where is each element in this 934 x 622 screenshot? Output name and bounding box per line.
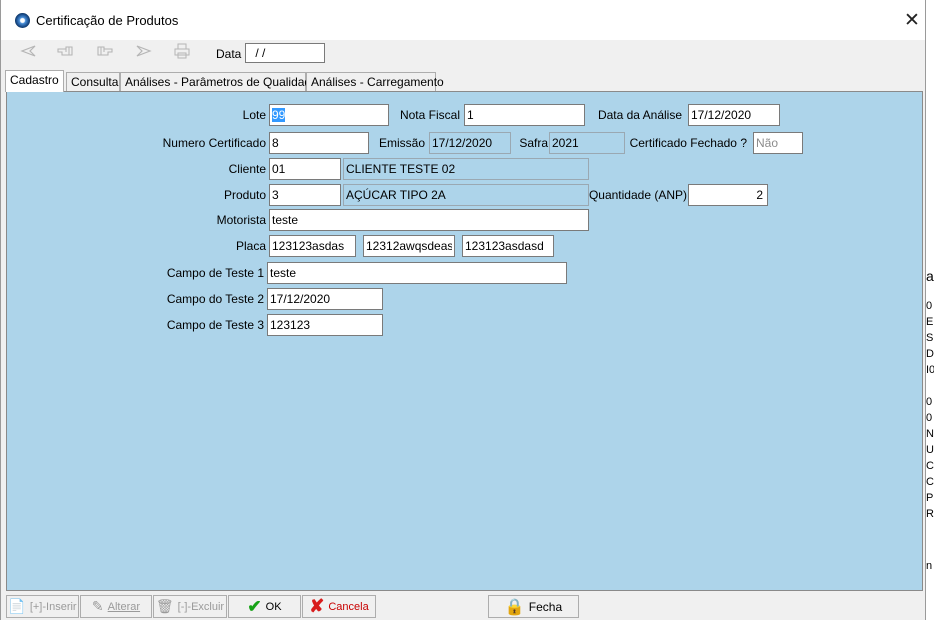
checkmark-icon: ✔ — [247, 596, 262, 616]
campo-teste-1-input[interactable] — [267, 262, 567, 284]
tab-cadastro[interactable]: Cadastro — [5, 70, 64, 92]
background-fragment: S — [926, 332, 934, 344]
background-fragment: C — [926, 476, 934, 488]
padlock-icon: 🔒 — [504, 598, 525, 616]
background-fragment: 0 — [926, 396, 933, 408]
produto-label: Produto — [223, 188, 266, 202]
background-fragment: R — [926, 508, 934, 520]
placa-label: Placa — [235, 239, 266, 253]
safra-label: Safra — [519, 136, 548, 150]
trash-icon: 🗑 — [155, 598, 174, 614]
background-fragment: n — [926, 560, 933, 572]
edit-icon: ✎ — [91, 598, 104, 614]
title-bar: Certificação de Produtos ✕ — [1, 0, 925, 40]
window-title: Certificação de Produtos — [36, 13, 179, 28]
document-add-icon: 📄 — [8, 598, 26, 614]
excluir-label: [-]-Excluir — [177, 600, 225, 613]
tab-analises-parametros[interactable]: Análises - Parâmetros de Qualidade — [120, 72, 318, 91]
close-button[interactable]: ✕ — [897, 8, 927, 34]
fecha-label: Fecha — [528, 599, 563, 614]
ok-label: OK — [265, 600, 282, 613]
form-panel: Lote 99 Nota Fiscal Data da Análise Nume… — [6, 91, 923, 591]
inserir-button[interactable]: 📄 [+]-Inserir — [6, 595, 79, 618]
inserir-label: [+]-Inserir — [29, 600, 77, 613]
printer-icon[interactable] — [169, 43, 195, 65]
quantidade-input[interactable] — [688, 184, 768, 206]
background-fragment: P — [926, 492, 934, 504]
motorista-input[interactable] — [269, 209, 589, 231]
background-fragment: D — [926, 348, 934, 360]
cliente-code-input[interactable] — [269, 158, 341, 180]
background-fragment: a — [926, 268, 934, 284]
campo-teste-1-label: Campo de Teste 1 — [166, 266, 264, 280]
data-label: Data — [216, 47, 242, 61]
main-window: Certificação de Produtos ✕ Data Cadastro… — [0, 0, 926, 620]
tab-consulta[interactable]: Consulta — [66, 72, 120, 91]
lote-label: Lote — [242, 108, 266, 122]
ok-button[interactable]: ✔ OK — [228, 595, 301, 618]
bottom-button-bar: 📄 [+]-Inserir ✎ Alterar 🗑 [-]-Excluir ✔ … — [1, 594, 925, 620]
background-fragment: U — [926, 444, 934, 456]
background-fragment: E — [926, 316, 934, 328]
data-input[interactable] — [245, 43, 325, 63]
nota-fiscal-label: Nota Fiscal — [399, 108, 460, 122]
arrow-left-icon[interactable] — [15, 43, 41, 65]
produto-code-input[interactable] — [269, 184, 341, 206]
excluir-button[interactable]: 🗑 [-]-Excluir — [153, 595, 227, 618]
cliente-label: Cliente — [228, 162, 266, 176]
cliente-name-field — [343, 158, 589, 180]
fecha-button[interactable]: 🔒 Fecha — [488, 595, 579, 618]
arrow-right-icon[interactable] — [131, 43, 157, 65]
data-analise-input[interactable] — [688, 104, 780, 126]
lote-input[interactable]: 99 — [269, 104, 389, 126]
background-fragment: I0 — [926, 364, 934, 376]
lote-value: 99 — [272, 108, 286, 122]
emissao-input — [429, 132, 511, 154]
x-icon: ✘ — [309, 596, 325, 616]
alterar-label: Alterar — [107, 600, 141, 613]
hand-left-icon[interactable] — [53, 43, 79, 65]
placa-2-input[interactable] — [363, 235, 455, 257]
background-fragment: N — [926, 428, 934, 440]
placa-3-input[interactable] — [462, 235, 554, 257]
background-fragment: 0 — [926, 412, 933, 424]
background-fragment: C — [926, 460, 934, 472]
placa-1-input[interactable] — [269, 235, 356, 257]
nota-fiscal-input[interactable] — [464, 104, 585, 126]
numero-certificado-input[interactable] — [269, 132, 369, 154]
cancela-button[interactable]: ✘ Cancela — [302, 595, 376, 618]
alterar-button[interactable]: ✎ Alterar — [80, 595, 152, 618]
data-analise-label: Data da Análise — [597, 108, 682, 122]
motorista-label: Motorista — [216, 213, 266, 227]
emissao-label: Emissão — [378, 136, 425, 150]
hand-right-icon[interactable] — [91, 43, 117, 65]
campo-teste-2-label: Campo do Teste 2 — [166, 292, 264, 306]
produto-name-field — [343, 184, 589, 206]
app-icon — [15, 13, 30, 28]
campo-teste-2-input[interactable] — [267, 288, 383, 310]
certificado-fechado-input — [753, 132, 803, 154]
toolbar: Data — [1, 40, 925, 68]
numero-certificado-label: Numero Certificado — [162, 136, 266, 150]
campo-teste-3-input[interactable] — [267, 314, 383, 336]
cancela-label: Cancela — [328, 600, 369, 613]
background-fragment: 0 — [926, 300, 933, 312]
tab-analises-carregamento[interactable]: Análises - Carregamento — [306, 72, 444, 91]
certificado-fechado-label: Certificado Fechado ? — [629, 136, 747, 150]
quantidade-label: Quantidade (ANP) — [588, 188, 687, 202]
safra-input — [549, 132, 625, 154]
campo-teste-3-label: Campo de Teste 3 — [166, 318, 264, 332]
